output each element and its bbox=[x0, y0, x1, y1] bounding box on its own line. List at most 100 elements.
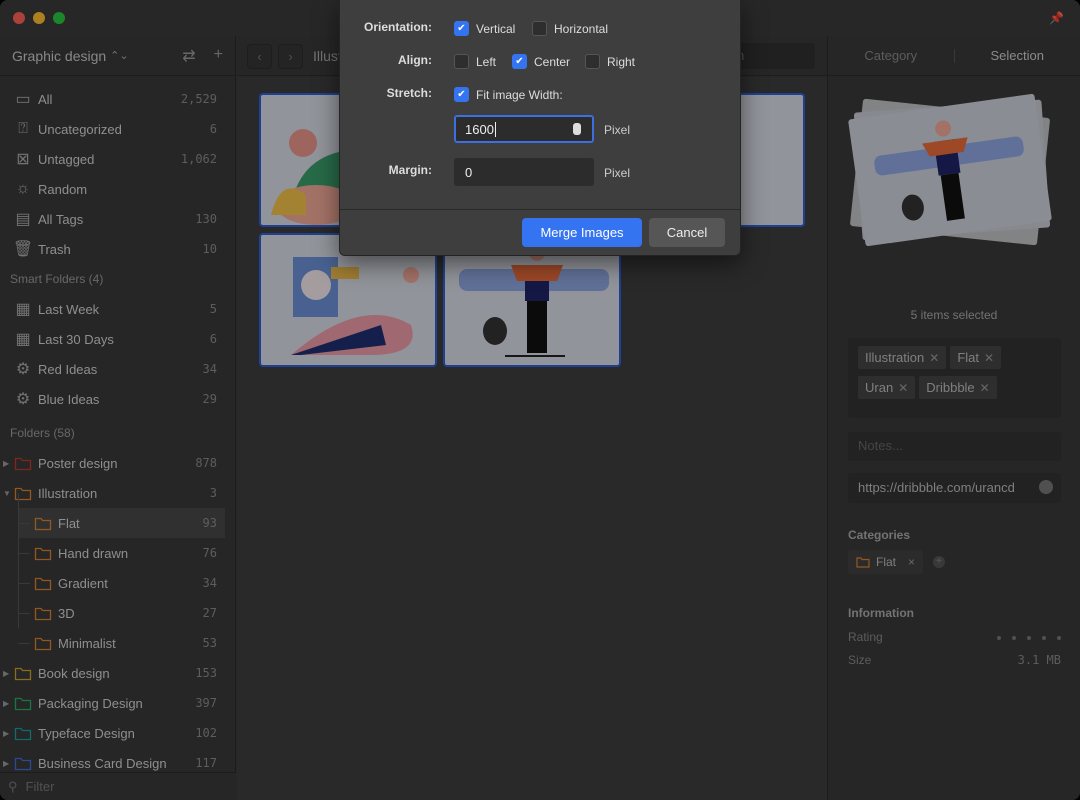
notes-input[interactable]: Notes... bbox=[848, 432, 1061, 461]
folder-icon bbox=[14, 724, 32, 742]
tag-x-icon: ⊠ bbox=[16, 151, 30, 168]
tag-chip[interactable]: Dribbble ✕ bbox=[919, 376, 997, 399]
item-count: 878 bbox=[195, 456, 217, 470]
smart-folder-icon: ⚙ bbox=[15, 361, 31, 378]
remove-tag-icon[interactable]: ✕ bbox=[898, 381, 908, 395]
tag-chip[interactable]: Uran ✕ bbox=[858, 376, 916, 399]
disclosure-collapsed-icon[interactable]: ▶ bbox=[3, 759, 9, 768]
checkbox-label: Left bbox=[476, 54, 497, 69]
category-chip[interactable]: Flat × bbox=[848, 550, 924, 574]
smart-folder-item[interactable]: ▦ Last 30 Days 6 bbox=[0, 324, 235, 354]
calendar-7-icon: ▦ bbox=[15, 301, 31, 318]
disclosure-collapsed-icon[interactable]: ▶ bbox=[3, 699, 9, 708]
item-label: Last Week bbox=[38, 301, 100, 317]
add-icon[interactable]: + bbox=[214, 46, 223, 66]
align-center-checkbox[interactable]: ✔ Center bbox=[512, 54, 570, 69]
tag-chip[interactable]: Illustration ✕ bbox=[858, 346, 947, 369]
stepper-icon[interactable] bbox=[573, 123, 581, 135]
selection-preview bbox=[848, 93, 1052, 247]
merge-images-button[interactable]: Merge Images bbox=[522, 218, 642, 247]
size-row: Size 3.1 MB bbox=[848, 653, 1061, 667]
folder-item[interactable]: ▶ Poster design 878 bbox=[0, 448, 235, 478]
cancel-button[interactable]: Cancel bbox=[649, 218, 725, 247]
tag-chip[interactable]: Flat ✕ bbox=[950, 346, 1002, 369]
category-remove-icon[interactable]: × bbox=[908, 555, 915, 569]
filter-input[interactable]: ⚲ Filter bbox=[0, 772, 236, 800]
item-count: 6 bbox=[209, 332, 217, 346]
information-heading: Information bbox=[848, 606, 914, 620]
sidebar-item-random[interactable]: ☼ Random bbox=[0, 174, 235, 204]
sidebar-item-untagged[interactable]: ⊠ Untagged 1,062 bbox=[0, 144, 235, 174]
sidebar-item-all[interactable]: ▭ All 2,529 bbox=[0, 84, 235, 114]
folder-item[interactable]: Minimalist 53 bbox=[0, 628, 235, 658]
folder-item[interactable]: ▶ Packaging Design 397 bbox=[0, 688, 235, 718]
checkbox-checked-icon: ✔ bbox=[454, 87, 469, 102]
rating-stars[interactable] bbox=[986, 630, 1061, 644]
disclosure-collapsed-icon[interactable]: ▶ bbox=[3, 729, 9, 738]
disclosure-expanded-icon[interactable]: ▼ bbox=[3, 489, 11, 498]
categories-heading: Categories bbox=[848, 528, 911, 542]
add-category-icon[interactable]: + bbox=[933, 556, 945, 568]
folder-item[interactable]: Flat 93 bbox=[18, 508, 225, 538]
forward-button[interactable]: › bbox=[278, 44, 303, 69]
close-window-button[interactable] bbox=[13, 12, 25, 24]
width-unit: Pixel bbox=[604, 123, 631, 137]
app-window: 📌 Graphic design ⌃⌄ ⇄ + ▭ All 2,529 ⍰ Uncate… bbox=[0, 0, 1080, 800]
remove-tag-icon[interactable]: ✕ bbox=[984, 351, 994, 365]
folder-item[interactable]: Gradient 34 bbox=[0, 568, 235, 598]
disclosure-collapsed-icon[interactable]: ▶ bbox=[3, 669, 9, 678]
rating-star-empty-icon[interactable] bbox=[1012, 635, 1016, 640]
smart-folder-item[interactable]: ▦ Last Week 5 bbox=[0, 294, 235, 324]
sidebar-item-trash[interactable]: 🗑 Trash 10 bbox=[0, 234, 235, 264]
trash-icon: 🗑 bbox=[12, 241, 34, 258]
library-title[interactable]: Graphic design bbox=[12, 48, 106, 64]
align-right-checkbox[interactable]: Right bbox=[585, 54, 635, 69]
tag-editor[interactable]: Illustration ✕ Flat ✕ Uran ✕ Dribbble ✕ bbox=[848, 338, 1061, 418]
tab-selection[interactable]: Selection bbox=[955, 48, 1080, 63]
orientation-vertical-checkbox[interactable]: ✔ Vertical bbox=[454, 21, 515, 36]
minimize-window-button[interactable] bbox=[33, 12, 45, 24]
rating-star-empty-icon[interactable] bbox=[1042, 635, 1046, 640]
folder-item[interactable]: ▶ Book design 153 bbox=[0, 658, 235, 688]
inspector-panel: Category Selection 5 items selected Illu… bbox=[827, 36, 1080, 800]
item-count: 6 bbox=[209, 122, 217, 136]
folder-icon bbox=[14, 454, 32, 472]
rating-star-empty-icon[interactable] bbox=[1057, 635, 1061, 640]
back-button[interactable]: ‹ bbox=[247, 44, 272, 69]
tree-connector bbox=[18, 553, 30, 554]
library-switcher[interactable]: Graphic design ⌃⌄ ⇄ + bbox=[0, 36, 235, 76]
item-count: 102 bbox=[195, 726, 217, 740]
item-label: Business Card Design bbox=[38, 755, 167, 771]
item-count: 130 bbox=[195, 212, 217, 226]
disclosure-collapsed-icon[interactable]: ▶ bbox=[3, 459, 9, 468]
folder-item[interactable]: ▶ Typeface Design 102 bbox=[0, 718, 235, 748]
sidebar-item-all-tags[interactable]: ▤ All Tags 130 bbox=[0, 204, 235, 234]
swap-icon[interactable]: ⇄ bbox=[182, 46, 195, 66]
pin-icon[interactable]: 📌 bbox=[1049, 11, 1064, 25]
remove-tag-icon[interactable]: ✕ bbox=[980, 381, 990, 395]
remove-tag-icon[interactable]: ✕ bbox=[929, 351, 939, 365]
fit-width-checkbox[interactable]: ✔ Fit image Width: bbox=[454, 87, 563, 102]
folder-icon bbox=[34, 604, 52, 622]
folder-item[interactable]: 3D 27 bbox=[0, 598, 235, 628]
rating-star-empty-icon[interactable] bbox=[997, 635, 1001, 640]
globe-icon[interactable] bbox=[1039, 480, 1053, 494]
smart-folder-item[interactable]: ⚙ Blue Ideas 29 bbox=[0, 384, 235, 414]
folder-item[interactable]: Hand drawn 76 bbox=[0, 538, 235, 568]
margin-input[interactable]: 0 bbox=[454, 158, 594, 186]
width-input[interactable]: 1600 bbox=[454, 115, 594, 143]
tag-label: Illustration bbox=[865, 350, 925, 365]
item-label: Typeface Design bbox=[38, 725, 135, 741]
item-count: 53 bbox=[202, 636, 217, 650]
align-left-checkbox[interactable]: Left bbox=[454, 54, 496, 69]
orientation-horizontal-checkbox[interactable]: Horizontal bbox=[532, 21, 608, 36]
tree-connector bbox=[18, 583, 30, 584]
rating-star-empty-icon[interactable] bbox=[1027, 635, 1031, 640]
url-input[interactable]: https://dribbble.com/urancd bbox=[848, 473, 1061, 503]
zoom-window-button[interactable] bbox=[53, 12, 65, 24]
folder-item[interactable]: ▼ Illustration 3 bbox=[0, 478, 235, 508]
checkbox-label: Right bbox=[607, 54, 636, 69]
tab-category[interactable]: Category bbox=[828, 48, 954, 63]
smart-folder-item[interactable]: ⚙ Red Ideas 34 bbox=[0, 354, 235, 384]
sidebar-item-uncategorized[interactable]: ⍰ Uncategorized 6 bbox=[0, 114, 235, 144]
